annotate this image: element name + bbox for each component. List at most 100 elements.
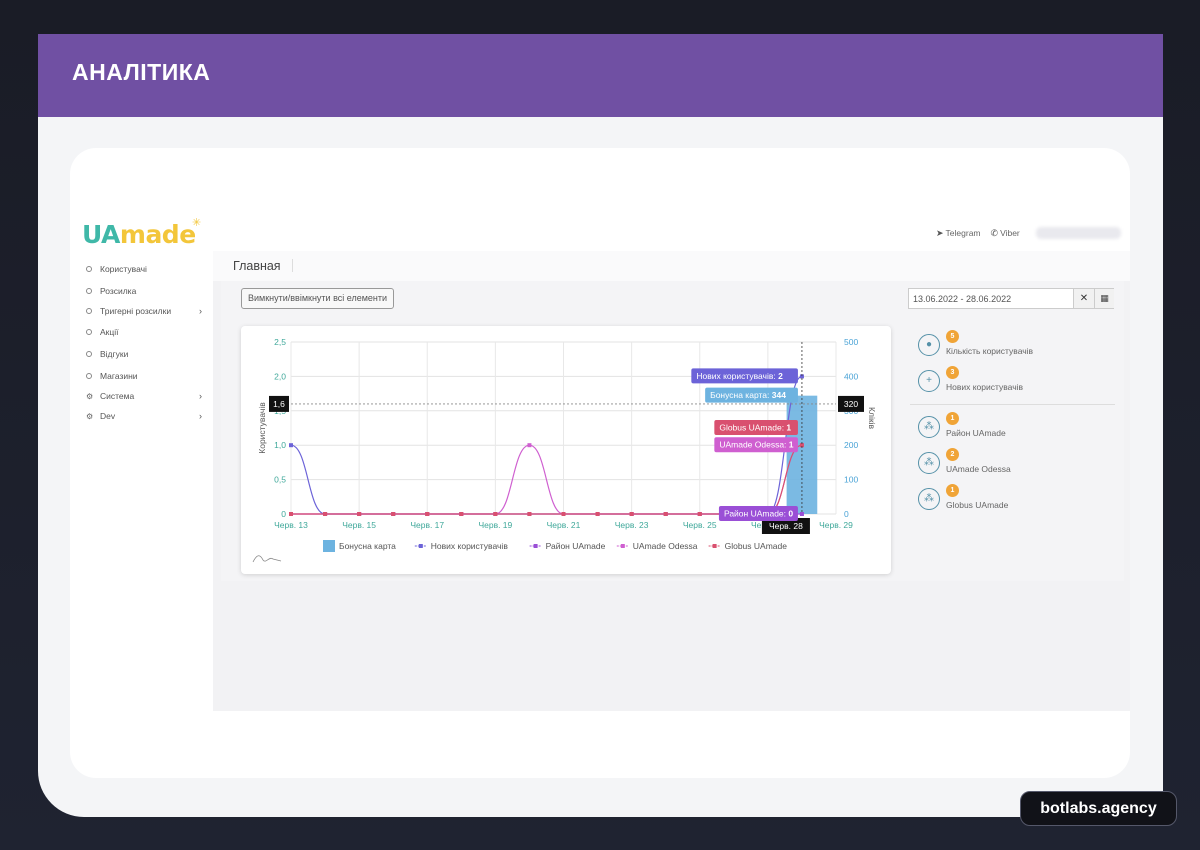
- chevron-right-icon: ›: [199, 391, 202, 401]
- y2-axis-title: Кліків: [867, 407, 877, 429]
- circle-icon: [86, 373, 92, 379]
- chart-card: 00,51,01,52,02,50100200300400500Черв. 13…: [241, 326, 891, 574]
- legend-label: UAmade Odessa: [633, 541, 698, 551]
- stat-new-users: + 3 Нових користувачів: [918, 366, 1108, 394]
- x-tick-label: Черв. 13: [274, 520, 308, 530]
- count-badge: 2: [946, 448, 959, 461]
- y2-tick-label: 200: [844, 440, 858, 450]
- breadcrumb: Главная: [213, 251, 1130, 281]
- x-tick-label: Черв. 25: [683, 520, 717, 530]
- header-banner: АНАЛІТИКА: [38, 34, 1163, 117]
- legend-marker: [533, 544, 538, 548]
- clear-date-icon[interactable]: ✕: [1073, 289, 1094, 308]
- sidebar-item-label: Розсилка: [100, 286, 137, 296]
- watermark-badge: botlabs.agency: [1020, 791, 1177, 826]
- sidebar-item-label: Система: [100, 391, 135, 401]
- data-point: [289, 443, 293, 448]
- sidebar-item-label: Відгуки: [100, 349, 129, 359]
- data-point: [289, 512, 293, 516]
- gears-icon: ⚙: [86, 391, 94, 401]
- group-icon: ⁂: [918, 416, 940, 438]
- y-tick-label: 0: [281, 509, 286, 519]
- stat-label: Район UAmade: [946, 428, 1006, 438]
- sidebar-item-trigger-mailing[interactable]: Тригерні розсилки ›: [86, 306, 202, 316]
- user-plus-icon: +: [918, 370, 940, 392]
- analytics-card: АНАЛІТИКА UAmade ✳ ➤ Telegram ✆ Viber Кори…: [38, 34, 1163, 817]
- data-point: [527, 443, 532, 448]
- legend-marker: [418, 544, 423, 548]
- date-range-picker[interactable]: 13.06.2022 - 28.06.2022 ✕ ▦: [908, 288, 1114, 309]
- y-tick-label: 0,5: [274, 475, 286, 485]
- group-icon: ⁂: [918, 488, 940, 510]
- sidebar-item-label: Користувачі: [100, 264, 147, 274]
- y2-tick-label: 100: [844, 475, 858, 485]
- viber-link[interactable]: ✆ Viber: [991, 228, 1020, 239]
- sidebar-item-reviews[interactable]: Відгуки: [86, 349, 202, 359]
- sidebar-item-users[interactable]: Користувачі: [86, 264, 202, 274]
- uamade-logo[interactable]: UAmade ✳: [82, 216, 201, 249]
- circle-icon: [86, 351, 92, 357]
- circle-icon: [86, 308, 92, 314]
- tooltip-text: Бонусна карта: 344: [710, 390, 786, 400]
- sidebar-item-stores[interactable]: Магазини: [86, 371, 202, 381]
- data-point: [595, 512, 600, 516]
- stat-label: Нових користувачів: [946, 382, 1024, 392]
- viber-label: Viber: [1000, 228, 1020, 238]
- calendar-icon[interactable]: ▦: [1094, 289, 1114, 308]
- y2-tick-label: 500: [844, 337, 858, 347]
- data-point: [527, 512, 532, 516]
- x-tick-label: Черв. 29: [819, 520, 853, 530]
- top-links: ➤ Telegram ✆ Viber: [936, 228, 1020, 239]
- page-heading: Главная: [233, 259, 281, 273]
- data-point: [629, 512, 634, 516]
- telegram-icon: ➤: [936, 228, 944, 238]
- data-point: [561, 512, 566, 516]
- legend-label: Район UAmade: [546, 541, 606, 551]
- count-badge: 5: [946, 330, 959, 343]
- y-axis-title: Користувачів: [257, 402, 267, 454]
- y-tick-label: 2,0: [274, 371, 286, 381]
- count-badge: 1: [946, 412, 959, 425]
- data-point: [323, 512, 328, 516]
- sidebar-item-dev[interactable]: ⚙ Dev ›: [86, 411, 202, 421]
- telegram-link[interactable]: ➤ Telegram: [936, 228, 981, 239]
- user-icon: ●: [918, 334, 940, 356]
- sidebar-item-system[interactable]: ⚙ Система ›: [86, 391, 202, 401]
- data-point: [391, 512, 396, 516]
- y-tick-label: 1,0: [274, 440, 286, 450]
- data-point: [357, 512, 362, 516]
- stat-uamade-odessa: ⁂ 2 UAmade Odessa: [918, 448, 1108, 476]
- logo-text-ua: UA: [82, 220, 120, 249]
- sidebar-item-promotions[interactable]: Акції: [86, 327, 202, 337]
- sidebar-item-label: Dev: [100, 411, 116, 421]
- logo-text-made: made: [119, 220, 196, 249]
- legend-label: Globus UAmade: [725, 541, 788, 551]
- sidebar-item-label: Тригерні розсилки: [100, 306, 172, 316]
- tooltip-text: UAmade Odessa: 1: [719, 440, 793, 450]
- sidebar-item-mailing[interactable]: Розсилка: [86, 286, 202, 296]
- x-tick-label: Черв. 15: [342, 520, 376, 530]
- stat-globus-uamade: ⁂ 1 Globus UAmade: [918, 484, 1108, 512]
- stat-total-users: ● 5 Кількість користувачів: [918, 330, 1108, 358]
- data-point: [663, 512, 668, 516]
- tooltip-text: Нових користувачів: 2: [696, 371, 783, 381]
- count-badge: 3: [946, 366, 959, 379]
- y2-tick-label: 0: [844, 509, 849, 519]
- date-range-value[interactable]: 13.06.2022 - 28.06.2022: [913, 294, 1011, 304]
- circle-icon: [86, 266, 92, 272]
- legend-label: Нових користувачів: [431, 541, 509, 551]
- circle-icon: [86, 329, 92, 335]
- telegram-label: Telegram: [945, 228, 981, 238]
- stat-label: Globus UAmade: [946, 500, 1009, 510]
- legend-marker: [712, 544, 717, 548]
- analytics-chart[interactable]: 00,51,01,52,02,50100200300400500Черв. 13…: [241, 326, 891, 574]
- stat-label: Кількість користувачів: [946, 346, 1034, 356]
- data-point: [425, 512, 430, 516]
- x-tick-label: Черв. 17: [410, 520, 444, 530]
- gear-icon: ⚙: [86, 411, 94, 421]
- content-area: Главная Вимкнути/ввімкнути всі елементи …: [213, 251, 1130, 711]
- x-tick-label: Черв. 19: [478, 520, 512, 530]
- user-account-blurred[interactable]: [1036, 227, 1121, 239]
- toggle-all-elements-button[interactable]: Вимкнути/ввімкнути всі елементи: [241, 288, 395, 309]
- tooltip-text: Globus UAmade: 1: [719, 423, 791, 433]
